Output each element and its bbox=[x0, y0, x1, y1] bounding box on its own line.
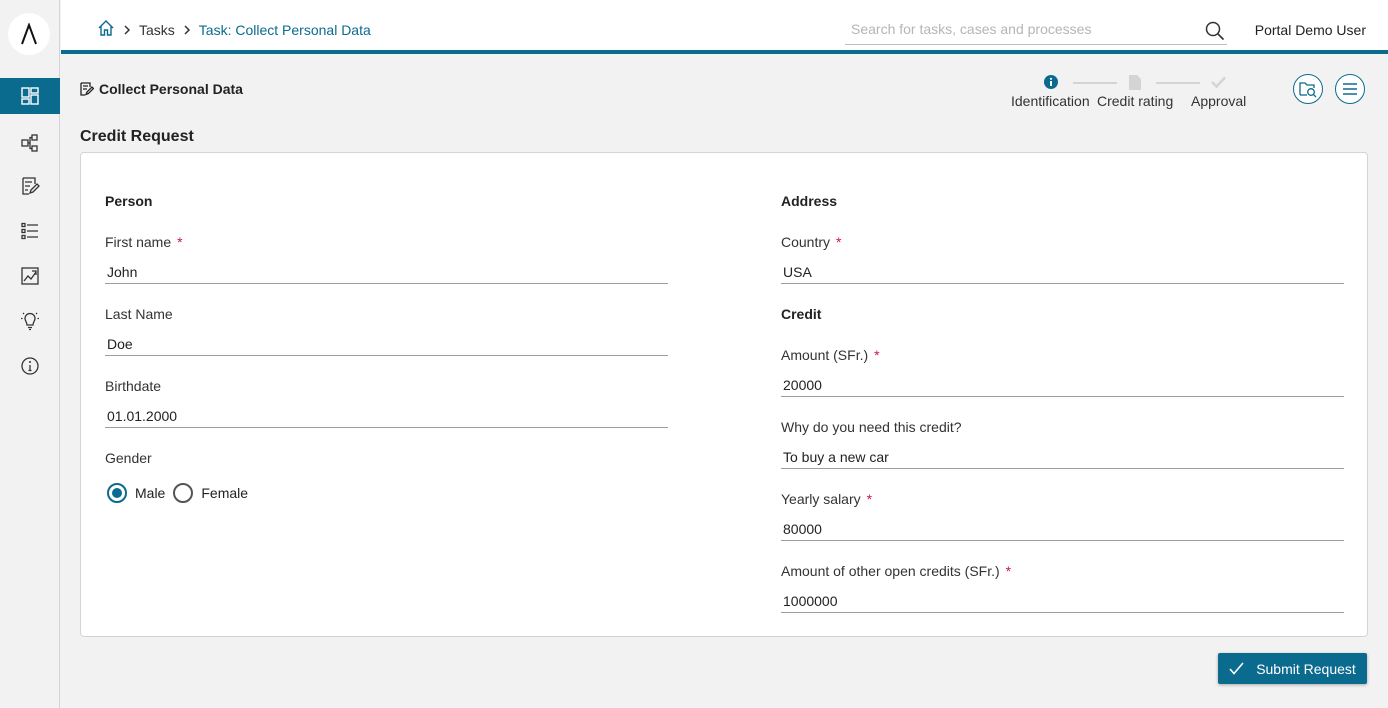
task-title: Collect Personal Data bbox=[80, 81, 243, 97]
chevron-right-icon bbox=[183, 24, 191, 35]
breadcrumb: Tasks Task: Collect Personal Data bbox=[97, 19, 371, 40]
sidebar-item-dashboard[interactable] bbox=[0, 78, 60, 114]
folder-search-icon bbox=[1299, 82, 1317, 98]
process-steps: Identification Credit rating Approval bbox=[1010, 74, 1250, 114]
gender-female-label[interactable]: Female bbox=[201, 485, 248, 501]
birthdate-field[interactable] bbox=[105, 404, 668, 428]
amount-label: Amount (SFr.) * bbox=[781, 347, 880, 363]
case-details-button[interactable] bbox=[1293, 74, 1323, 104]
task-menu-button[interactable] bbox=[1335, 74, 1365, 104]
check-icon bbox=[1229, 662, 1244, 675]
reason-label: Why do you need this credit? bbox=[781, 419, 962, 435]
country-label: Country * bbox=[781, 234, 842, 250]
submit-request-button[interactable]: Submit Request bbox=[1218, 653, 1367, 684]
process-icon bbox=[21, 134, 38, 152]
info-circle-icon bbox=[1043, 74, 1059, 90]
gender-radio-group: Male Female bbox=[107, 483, 256, 503]
idea-icon bbox=[21, 312, 39, 331]
salary-label: Yearly salary * bbox=[781, 491, 873, 507]
chevron-right-icon bbox=[123, 24, 131, 35]
last-name-field[interactable] bbox=[105, 332, 668, 356]
search-input[interactable] bbox=[845, 18, 1185, 40]
global-search bbox=[845, 18, 1227, 45]
submit-request-label: Submit Request bbox=[1256, 660, 1356, 677]
step-label-approval: Approval bbox=[1191, 93, 1247, 109]
gender-male-radio[interactable] bbox=[107, 483, 127, 503]
user-menu[interactable]: Portal Demo User bbox=[1255, 22, 1366, 38]
gender-male-label[interactable]: Male bbox=[135, 485, 165, 501]
last-name-label: Last Name bbox=[105, 306, 173, 322]
other-credits-label: Amount of other open credits (SFr.) * bbox=[781, 563, 1012, 579]
top-header: Tasks Task: Collect Personal Data Portal… bbox=[61, 0, 1388, 54]
logo[interactable] bbox=[8, 13, 50, 55]
section-title: Credit Request bbox=[80, 128, 194, 145]
step-connector bbox=[1073, 82, 1117, 84]
document-icon bbox=[1127, 74, 1143, 90]
axon-logo-icon bbox=[21, 23, 37, 45]
search-icon[interactable] bbox=[1205, 21, 1225, 46]
sidebar-item-processes[interactable] bbox=[0, 125, 60, 161]
breadcrumb-tasks[interactable]: Tasks bbox=[139, 22, 175, 38]
step-label-identification: Identification bbox=[1011, 93, 1090, 109]
amount-field[interactable] bbox=[781, 373, 1344, 397]
salary-field[interactable] bbox=[781, 517, 1344, 541]
sidebar-item-cases[interactable] bbox=[0, 213, 60, 249]
step-label-credit-rating: Credit rating bbox=[1097, 93, 1174, 109]
task-edit-icon bbox=[80, 82, 94, 96]
gender-female-radio[interactable] bbox=[173, 483, 194, 503]
statistics-icon bbox=[21, 267, 39, 285]
dashboard-icon bbox=[21, 87, 39, 105]
sidebar-item-statistics[interactable] bbox=[0, 258, 60, 294]
country-field[interactable] bbox=[781, 260, 1344, 284]
task-title-text: Collect Personal Data bbox=[99, 81, 243, 97]
birthdate-label: Birthdate bbox=[105, 378, 162, 394]
hamburger-icon bbox=[1343, 83, 1357, 95]
credit-request-form: Person First name* Last Name Birthdate G… bbox=[80, 152, 1368, 637]
reason-field[interactable] bbox=[781, 445, 1344, 469]
check-icon bbox=[1210, 74, 1226, 90]
other-credits-field[interactable] bbox=[781, 589, 1344, 613]
sidebar-item-ideas[interactable] bbox=[0, 303, 60, 339]
sidebar-item-tasks[interactable] bbox=[0, 168, 60, 204]
credit-group-title: Credit bbox=[781, 306, 822, 322]
info-icon bbox=[21, 357, 39, 375]
task-list-icon bbox=[22, 177, 40, 195]
first-name-label: First name * bbox=[105, 234, 183, 250]
first-name-field[interactable] bbox=[105, 260, 668, 284]
address-group-title: Address bbox=[781, 193, 838, 209]
breadcrumb-current-task[interactable]: Task: Collect Personal Data bbox=[199, 22, 371, 38]
step-connector bbox=[1156, 82, 1200, 84]
gender-label: Gender bbox=[105, 450, 152, 466]
person-group-title: Person bbox=[105, 193, 153, 209]
sidebar bbox=[0, 0, 60, 708]
home-icon[interactable] bbox=[97, 19, 115, 40]
sidebar-item-about[interactable] bbox=[0, 348, 60, 384]
case-list-icon bbox=[21, 222, 38, 240]
